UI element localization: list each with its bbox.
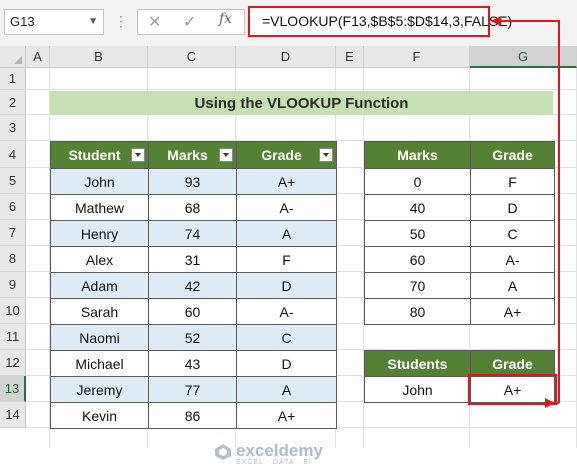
select-all-corner[interactable] — [0, 46, 26, 68]
grade-table-cell[interactable]: F — [470, 168, 555, 195]
grade-table-cell[interactable]: A — [470, 272, 555, 299]
table-cell[interactable]: 86 — [148, 402, 237, 429]
table-cell[interactable]: 74 — [148, 220, 237, 247]
insert-function-icon[interactable]: fx — [219, 11, 232, 27]
watermark-name: exceldemy — [236, 441, 323, 460]
formula-bar: G13 ▼ ⋮ ✕ ✓ fx =VLOOKUP(F13,$B$5:$D$14,3… — [0, 0, 577, 47]
column-header-g[interactable]: G — [470, 46, 577, 68]
watermark-tagline: EXCEL · DATA · BI — [236, 459, 312, 466]
more-options-icon[interactable]: ⋮ — [114, 13, 129, 30]
chevron-down-icon — [135, 153, 141, 157]
table-cell[interactable]: Sarah — [50, 298, 149, 325]
table-cell[interactable]: 60 — [148, 298, 237, 325]
row-header-3[interactable]: 3 — [0, 115, 26, 141]
table-cell[interactable]: D — [236, 272, 337, 299]
filter-dropdown-icon[interactable] — [319, 148, 333, 162]
row-header-6[interactable]: 6 — [0, 194, 26, 220]
table-header-marks: Marks — [148, 141, 237, 169]
row-header-1[interactable]: 1 — [0, 68, 26, 90]
grade-table-cell[interactable]: 60 — [364, 246, 471, 273]
lookup-header-grade: Grade — [470, 350, 555, 377]
grade-table-cell[interactable]: C — [470, 220, 555, 247]
table-cell[interactable]: A- — [236, 194, 337, 221]
row-header-5[interactable]: 5 — [0, 168, 26, 194]
chevron-down-icon — [223, 153, 229, 157]
table-cell[interactable]: A+ — [236, 402, 337, 429]
row-header-14[interactable]: 14 — [0, 402, 26, 428]
row-header-13[interactable]: 13 — [0, 376, 26, 402]
filter-dropdown-icon[interactable] — [131, 148, 145, 162]
column-header-e[interactable]: E — [336, 46, 364, 68]
grade-table-cell[interactable]: 80 — [364, 298, 471, 325]
grade-table-cell[interactable]: 0 — [364, 168, 471, 195]
grade-table-cell[interactable]: 70 — [364, 272, 471, 299]
table-cell[interactable]: 43 — [148, 350, 237, 377]
table-cell[interactable]: Jeremy — [50, 376, 149, 403]
row-header-7[interactable]: 7 — [0, 220, 26, 246]
enter-icon[interactable]: ✓ — [183, 12, 196, 32]
cancel-icon[interactable]: ✕ — [148, 12, 161, 32]
column-header-b[interactable]: B — [50, 46, 148, 68]
page-title: Using the VLOOKUP Function — [50, 91, 553, 115]
table-cell[interactable]: 42 — [148, 272, 237, 299]
formula-input[interactable]: =VLOOKUP(F13,$B$5:$D$14,3,FALSE) — [248, 6, 512, 37]
spreadsheet-grid: ABCDEFG 1 2 3 4 5 6 7 8 9 10 11 12 13 14 Using the VL… — [0, 46, 577, 466]
name-box-value: G13 — [10, 14, 35, 29]
row-header-9[interactable]: 9 — [0, 272, 26, 298]
table-cell[interactable]: Michael — [50, 350, 149, 377]
table-cell[interactable]: A+ — [236, 168, 337, 195]
chevron-down-icon[interactable]: ▼ — [88, 10, 98, 34]
grade-table-cell[interactable]: A+ — [470, 298, 555, 325]
lookup-student-cell[interactable]: John — [364, 376, 471, 403]
column-header-f[interactable]: F — [364, 46, 470, 68]
grade-table-cell[interactable]: 50 — [364, 220, 471, 247]
table-cell[interactable]: Henry — [50, 220, 149, 247]
table-header-student: Student — [50, 141, 149, 169]
grade-table-cell[interactable]: A- — [470, 246, 555, 273]
table-cell[interactable]: 52 — [148, 324, 237, 351]
table-cell[interactable]: 93 — [148, 168, 237, 195]
row-header-4[interactable]: 4 — [0, 141, 26, 168]
table-cell[interactable]: Naomi — [50, 324, 149, 351]
table-cell[interactable]: 68 — [148, 194, 237, 221]
gridline-horizontal — [26, 89, 577, 90]
table-cell[interactable]: John — [50, 168, 149, 195]
header-label: Grade — [261, 147, 302, 163]
table-cell[interactable]: C — [236, 324, 337, 351]
chevron-down-icon — [323, 153, 329, 157]
row-header-12[interactable]: 12 — [0, 350, 26, 376]
table-cell[interactable]: D — [236, 350, 337, 377]
grade-table-header-marks: Marks — [364, 141, 471, 169]
table-cell[interactable]: A — [236, 220, 337, 247]
table-cell[interactable]: Mathew — [50, 194, 149, 221]
grade-table-cell[interactable]: 40 — [364, 194, 471, 221]
table-cell[interactable]: Kevin — [50, 402, 149, 429]
table-cell[interactable]: 77 — [148, 376, 237, 403]
name-box[interactable]: G13 ▼ — [4, 9, 104, 35]
table-header-grade: Grade — [236, 141, 337, 169]
lookup-grade-result-cell[interactable]: A+ — [470, 376, 555, 403]
grade-table-cell[interactable]: D — [470, 194, 555, 221]
lookup-header-students: Students — [364, 350, 471, 377]
exceldemy-logo-icon — [215, 444, 231, 460]
table-cell[interactable]: Alex — [50, 246, 149, 273]
column-header-a[interactable]: A — [26, 46, 50, 68]
table-cell[interactable]: A — [236, 376, 337, 403]
filter-dropdown-icon[interactable] — [219, 148, 233, 162]
table-cell[interactable]: 31 — [148, 246, 237, 273]
table-cell[interactable]: A- — [236, 298, 337, 325]
header-label: Marks — [167, 147, 208, 163]
row-header-8[interactable]: 8 — [0, 246, 26, 272]
table-cell[interactable]: Adam — [50, 272, 149, 299]
column-header-d[interactable]: D — [236, 46, 336, 68]
row-header-11[interactable]: 11 — [0, 324, 26, 350]
column-header-c[interactable]: C — [148, 46, 236, 68]
table-cell[interactable]: F — [236, 246, 337, 273]
header-label: Student — [68, 147, 121, 163]
row-header-2[interactable]: 2 — [0, 90, 26, 115]
row-header-10[interactable]: 10 — [0, 298, 26, 324]
grade-table-header-grade: Grade — [470, 141, 555, 169]
